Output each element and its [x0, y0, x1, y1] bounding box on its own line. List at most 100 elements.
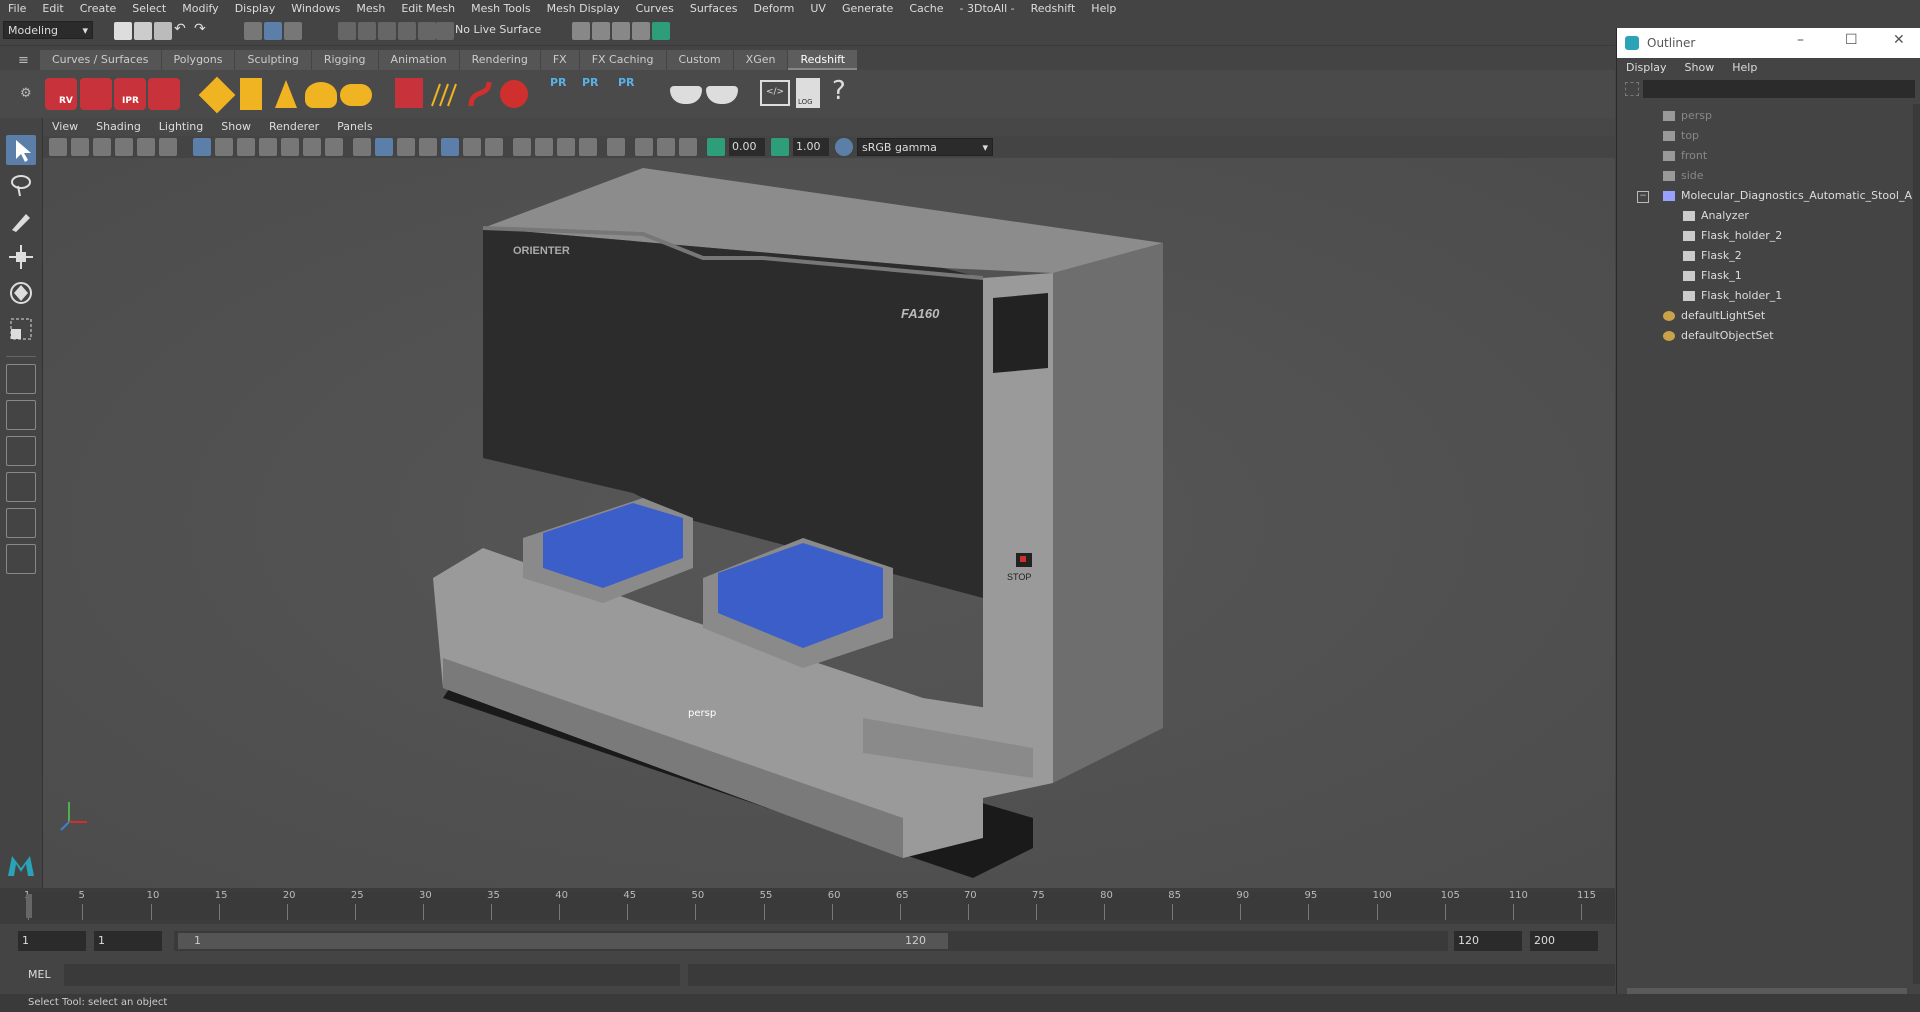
- maximize-icon[interactable]: ☐: [1845, 32, 1858, 48]
- outliner-item[interactable]: top: [1663, 126, 1699, 146]
- toggle-panel-icon[interactable]: [652, 22, 670, 40]
- two-pane-layout-icon[interactable]: [6, 436, 36, 466]
- gamma-field[interactable]: 1.00: [793, 138, 829, 156]
- outliner-item[interactable]: front: [1663, 146, 1707, 166]
- outliner-menu-item[interactable]: Show: [1676, 58, 1724, 78]
- menu-item[interactable]: Help: [1083, 0, 1124, 17]
- max-time-field[interactable]: 200: [1530, 931, 1598, 951]
- single-pane-layout-icon[interactable]: [6, 364, 36, 394]
- exposure-field[interactable]: 0.00: [729, 138, 765, 156]
- render-view-icon[interactable]: RV: [45, 78, 77, 110]
- xray-active-icon[interactable]: [657, 138, 675, 156]
- outliner-item[interactable]: persp: [1663, 106, 1712, 126]
- snap-view-icon[interactable]: [398, 22, 416, 40]
- material-icon[interactable]: [670, 86, 702, 104]
- render-frame-icon[interactable]: [572, 22, 590, 40]
- outliner-menu-item[interactable]: Help: [1723, 58, 1766, 78]
- gear-icon[interactable]: ⚙: [20, 86, 32, 101]
- volume-icon[interactable]: [430, 80, 462, 108]
- snap-surface-icon[interactable]: [418, 22, 436, 40]
- menu-item[interactable]: Surfaces: [682, 0, 746, 17]
- shelf-tab[interactable]: Redshift: [788, 50, 858, 70]
- shelf-tab[interactable]: Curves / Surfaces: [40, 50, 161, 70]
- menu-item[interactable]: File: [0, 0, 34, 17]
- 2d-pan-zoom-icon[interactable]: [137, 138, 155, 156]
- gamma-toggle-icon[interactable]: [771, 138, 789, 156]
- menu-item[interactable]: Modify: [174, 0, 226, 17]
- menu-item[interactable]: Edit: [34, 0, 71, 17]
- pr-icon[interactable]: PR: [550, 76, 574, 108]
- shelf-tab[interactable]: FX: [540, 50, 579, 70]
- pr-export-icon[interactable]: PR: [582, 76, 610, 108]
- shelf-tab[interactable]: FX Caching: [579, 50, 666, 70]
- outliner-item[interactable]: Flask_holder_1: [1683, 286, 1782, 306]
- menu-item[interactable]: Edit Mesh: [393, 0, 463, 17]
- isolate-select-icon[interactable]: [607, 138, 625, 156]
- help-icon[interactable]: ?: [832, 76, 846, 106]
- select-component-icon[interactable]: [284, 22, 302, 40]
- menu-item[interactable]: Create: [72, 0, 125, 17]
- close-icon[interactable]: ✕: [1893, 32, 1905, 48]
- motion-blur-icon[interactable]: [535, 138, 553, 156]
- save-scene-icon[interactable]: [154, 22, 172, 40]
- render-ipr-icon[interactable]: [592, 22, 610, 40]
- field-chart-icon[interactable]: [281, 138, 299, 156]
- mel-label[interactable]: MEL: [28, 968, 51, 981]
- outliner-item[interactable]: defaultObjectSet: [1663, 326, 1774, 346]
- anti-aliasing-icon[interactable]: [557, 138, 575, 156]
- sun-light-icon[interactable]: [340, 84, 372, 106]
- filter-icon[interactable]: [1625, 82, 1639, 96]
- time-slider[interactable]: 1510152025303540455055606570758085909510…: [0, 888, 1615, 924]
- redo-icon[interactable]: ↷: [194, 21, 206, 37]
- end-time-field[interactable]: 120: [1454, 931, 1522, 951]
- snap-curve-icon[interactable]: [358, 22, 376, 40]
- area-light-icon[interactable]: [198, 76, 236, 114]
- wireframe-on-shaded-icon[interactable]: [397, 138, 415, 156]
- shelf-tab[interactable]: Rendering: [459, 50, 540, 70]
- outliner-search-input[interactable]: [1643, 80, 1915, 98]
- open-scene-icon[interactable]: [134, 22, 152, 40]
- shelf-tab[interactable]: Polygons: [161, 50, 235, 70]
- snap-grid-icon[interactable]: [338, 22, 356, 40]
- viewport-menu-item[interactable]: View: [43, 118, 87, 136]
- minimize-icon[interactable]: –: [1797, 32, 1804, 48]
- select-hierarchy-icon[interactable]: [244, 22, 262, 40]
- menu-item[interactable]: Redshift: [1023, 0, 1084, 17]
- new-scene-icon[interactable]: [114, 22, 132, 40]
- smooth-shade-icon[interactable]: [375, 138, 393, 156]
- current-frame-marker[interactable]: [26, 894, 32, 918]
- graph-layout-icon[interactable]: [6, 508, 36, 538]
- film-gate-icon[interactable]: [215, 138, 233, 156]
- scene-render[interactable]: STOP ORIENTER FA160: [43, 158, 1615, 888]
- color-space-dropdown[interactable]: sRGB gamma ▾: [857, 138, 993, 156]
- bookmark-icon[interactable]: [93, 138, 111, 156]
- ipr-render-icon[interactable]: IPR: [114, 78, 146, 110]
- gate-mask-icon[interactable]: [259, 138, 277, 156]
- current-frame-field[interactable]: 1: [94, 931, 162, 951]
- workspace-dropdown[interactable]: Modeling ▾: [3, 21, 93, 39]
- menu-item[interactable]: Cache: [901, 0, 951, 17]
- backface-icon[interactable]: [679, 138, 697, 156]
- outliner-item[interactable]: Flask_holder_2: [1683, 226, 1782, 246]
- grid-icon[interactable]: [193, 138, 211, 156]
- viewport-menu-item[interactable]: Shading: [87, 118, 150, 136]
- hair-icon[interactable]: [465, 78, 495, 110]
- xray-icon[interactable]: [419, 138, 437, 156]
- menu-item[interactable]: Generate: [834, 0, 901, 17]
- viewport-menu-item[interactable]: Lighting: [150, 118, 212, 136]
- scale-tool-icon[interactable]: [6, 314, 36, 344]
- more-layouts-icon[interactable]: [6, 584, 36, 602]
- grease-pencil-icon[interactable]: [159, 138, 177, 156]
- snap-point-icon[interactable]: [378, 22, 396, 40]
- outliner-item[interactable]: defaultLightSet: [1663, 306, 1765, 326]
- shelf-tab[interactable]: Animation: [378, 50, 459, 70]
- snap-edge-icon[interactable]: [436, 22, 454, 40]
- menu-item[interactable]: Select: [124, 0, 174, 17]
- perspective-viewport[interactable]: View Shading Lighting Show Renderer Panels 0.…: [43, 118, 1615, 888]
- hypershade-icon[interactable]: [632, 22, 650, 40]
- menu-item[interactable]: Windows: [283, 0, 348, 17]
- menu-item[interactable]: Mesh: [348, 0, 393, 17]
- pr-import-icon[interactable]: PR: [618, 76, 646, 108]
- menu-item[interactable]: UV: [802, 0, 834, 17]
- collapse-toggle-icon[interactable]: −: [1637, 191, 1649, 203]
